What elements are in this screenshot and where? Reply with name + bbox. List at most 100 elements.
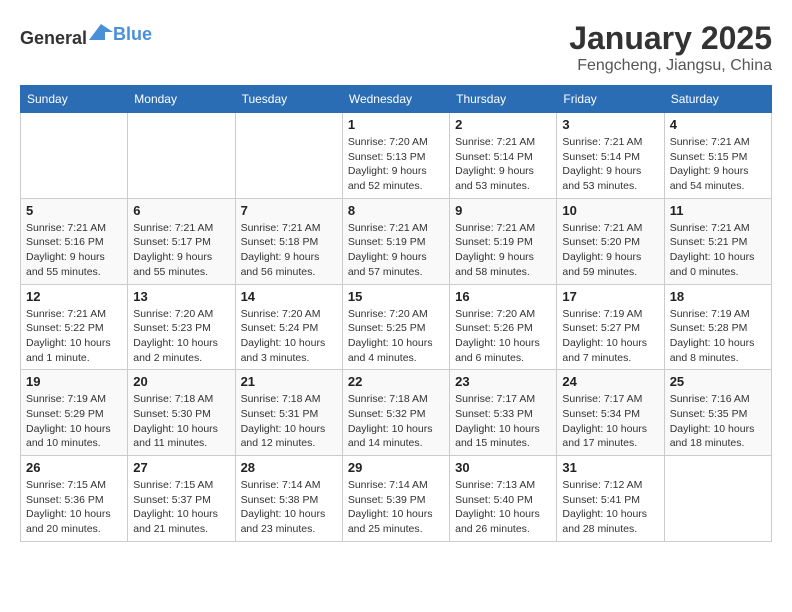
calendar-cell xyxy=(21,113,128,199)
cell-day-number: 27 xyxy=(133,460,229,475)
cell-info: Sunrise: 7:17 AM Sunset: 5:34 PM Dayligh… xyxy=(562,392,658,451)
calendar-cell: 25 Sunrise: 7:16 AM Sunset: 5:35 PM Dayli… xyxy=(664,370,771,456)
cell-info: Sunrise: 7:20 AM Sunset: 5:26 PM Dayligh… xyxy=(455,307,551,366)
cell-day-number: 6 xyxy=(133,203,229,218)
cell-info: Sunrise: 7:15 AM Sunset: 5:36 PM Dayligh… xyxy=(26,478,122,537)
calendar-cell: 14 Sunrise: 7:20 AM Sunset: 5:24 PM Dayli… xyxy=(235,284,342,370)
calendar-cell xyxy=(128,113,235,199)
cell-day-number: 24 xyxy=(562,374,658,389)
cell-info: Sunrise: 7:19 AM Sunset: 5:27 PM Dayligh… xyxy=(562,307,658,366)
cell-info: Sunrise: 7:18 AM Sunset: 5:31 PM Dayligh… xyxy=(241,392,337,451)
calendar-cell: 20 Sunrise: 7:18 AM Sunset: 5:30 PM Dayli… xyxy=(128,370,235,456)
page-header: General Blue January 2025 Fengcheng, Jia… xyxy=(20,20,772,75)
calendar-cell: 29 Sunrise: 7:14 AM Sunset: 5:39 PM Dayli… xyxy=(342,456,449,542)
cell-day-number: 21 xyxy=(241,374,337,389)
logo: General Blue xyxy=(20,20,152,49)
cell-info: Sunrise: 7:21 AM Sunset: 5:15 PM Dayligh… xyxy=(670,135,766,194)
cell-info: Sunrise: 7:19 AM Sunset: 5:29 PM Dayligh… xyxy=(26,392,122,451)
weekday-header-friday: Friday xyxy=(557,86,664,113)
weekday-header-thursday: Thursday xyxy=(450,86,557,113)
cell-info: Sunrise: 7:18 AM Sunset: 5:30 PM Dayligh… xyxy=(133,392,229,451)
cell-day-number: 5 xyxy=(26,203,122,218)
cell-info: Sunrise: 7:21 AM Sunset: 5:17 PM Dayligh… xyxy=(133,221,229,280)
cell-info: Sunrise: 7:21 AM Sunset: 5:14 PM Dayligh… xyxy=(562,135,658,194)
calendar-cell: 5 Sunrise: 7:21 AM Sunset: 5:16 PM Daylig… xyxy=(21,198,128,284)
logo-general: General xyxy=(20,28,87,48)
cell-info: Sunrise: 7:20 AM Sunset: 5:25 PM Dayligh… xyxy=(348,307,444,366)
cell-day-number: 9 xyxy=(455,203,551,218)
cell-day-number: 29 xyxy=(348,460,444,475)
weekday-header-tuesday: Tuesday xyxy=(235,86,342,113)
cell-day-number: 30 xyxy=(455,460,551,475)
cell-info: Sunrise: 7:12 AM Sunset: 5:41 PM Dayligh… xyxy=(562,478,658,537)
calendar-header: SundayMondayTuesdayWednesdayThursdayFrid… xyxy=(21,86,772,113)
calendar-cell: 17 Sunrise: 7:19 AM Sunset: 5:27 PM Dayli… xyxy=(557,284,664,370)
logo-blue: Blue xyxy=(113,24,152,44)
cell-day-number: 2 xyxy=(455,117,551,132)
calendar-cell: 4 Sunrise: 7:21 AM Sunset: 5:15 PM Daylig… xyxy=(664,113,771,199)
cell-info: Sunrise: 7:20 AM Sunset: 5:13 PM Dayligh… xyxy=(348,135,444,194)
calendar-cell: 2 Sunrise: 7:21 AM Sunset: 5:14 PM Daylig… xyxy=(450,113,557,199)
cell-day-number: 20 xyxy=(133,374,229,389)
cell-info: Sunrise: 7:13 AM Sunset: 5:40 PM Dayligh… xyxy=(455,478,551,537)
cell-info: Sunrise: 7:16 AM Sunset: 5:35 PM Dayligh… xyxy=(670,392,766,451)
cell-day-number: 11 xyxy=(670,203,766,218)
cell-info: Sunrise: 7:21 AM Sunset: 5:22 PM Dayligh… xyxy=(26,307,122,366)
calendar-cell xyxy=(664,456,771,542)
cell-info: Sunrise: 7:21 AM Sunset: 5:21 PM Dayligh… xyxy=(670,221,766,280)
calendar-cell: 16 Sunrise: 7:20 AM Sunset: 5:26 PM Dayli… xyxy=(450,284,557,370)
cell-info: Sunrise: 7:14 AM Sunset: 5:38 PM Dayligh… xyxy=(241,478,337,537)
cell-info: Sunrise: 7:18 AM Sunset: 5:32 PM Dayligh… xyxy=(348,392,444,451)
calendar-cell: 26 Sunrise: 7:15 AM Sunset: 5:36 PM Dayli… xyxy=(21,456,128,542)
calendar-cell: 8Sunrise: 7:21 AM Sunset: 5:19 PM Daylig… xyxy=(342,198,449,284)
logo-icon xyxy=(89,20,113,44)
location: Fengcheng, Jiangsu, China xyxy=(569,57,772,75)
cell-day-number: 15 xyxy=(348,289,444,304)
calendar-cell: 18Sunrise: 7:19 AM Sunset: 5:28 PM Dayli… xyxy=(664,284,771,370)
calendar-cell: 24 Sunrise: 7:17 AM Sunset: 5:34 PM Dayli… xyxy=(557,370,664,456)
calendar-cell: 13 Sunrise: 7:20 AM Sunset: 5:23 PM Dayli… xyxy=(128,284,235,370)
weekday-header-saturday: Saturday xyxy=(664,86,771,113)
cell-day-number: 26 xyxy=(26,460,122,475)
cell-day-number: 28 xyxy=(241,460,337,475)
cell-info: Sunrise: 7:21 AM Sunset: 5:16 PM Dayligh… xyxy=(26,221,122,280)
cell-day-number: 3 xyxy=(562,117,658,132)
weekday-header-monday: Monday xyxy=(128,86,235,113)
cell-day-number: 10 xyxy=(562,203,658,218)
calendar-cell: 22Sunrise: 7:18 AM Sunset: 5:32 PM Dayli… xyxy=(342,370,449,456)
cell-info: Sunrise: 7:21 AM Sunset: 5:20 PM Dayligh… xyxy=(562,221,658,280)
cell-day-number: 14 xyxy=(241,289,337,304)
cell-day-number: 23 xyxy=(455,374,551,389)
calendar-cell: 28 Sunrise: 7:14 AM Sunset: 5:38 PM Dayli… xyxy=(235,456,342,542)
calendar-cell: 7Sunrise: 7:21 AM Sunset: 5:18 PM Daylig… xyxy=(235,198,342,284)
cell-info: Sunrise: 7:20 AM Sunset: 5:23 PM Dayligh… xyxy=(133,307,229,366)
calendar-cell: 1Sunrise: 7:20 AM Sunset: 5:13 PM Daylig… xyxy=(342,113,449,199)
calendar-cell: 23 Sunrise: 7:17 AM Sunset: 5:33 PM Dayli… xyxy=(450,370,557,456)
cell-day-number: 17 xyxy=(562,289,658,304)
cell-info: Sunrise: 7:21 AM Sunset: 5:19 PM Dayligh… xyxy=(455,221,551,280)
calendar-cell: 30 Sunrise: 7:13 AM Sunset: 5:40 PM Dayli… xyxy=(450,456,557,542)
cell-day-number: 19 xyxy=(26,374,122,389)
month-title: January 2025 xyxy=(569,20,772,57)
cell-info: Sunrise: 7:21 AM Sunset: 5:14 PM Dayligh… xyxy=(455,135,551,194)
cell-day-number: 25 xyxy=(670,374,766,389)
cell-info: Sunrise: 7:14 AM Sunset: 5:39 PM Dayligh… xyxy=(348,478,444,537)
calendar-cell: 19 Sunrise: 7:19 AM Sunset: 5:29 PM Dayli… xyxy=(21,370,128,456)
cell-day-number: 12 xyxy=(26,289,122,304)
cell-day-number: 4 xyxy=(670,117,766,132)
calendar-cell: 12 Sunrise: 7:21 AM Sunset: 5:22 PM Dayli… xyxy=(21,284,128,370)
title-block: January 2025 Fengcheng, Jiangsu, China xyxy=(569,20,772,75)
cell-info: Sunrise: 7:19 AM Sunset: 5:28 PM Dayligh… xyxy=(670,307,766,366)
cell-info: Sunrise: 7:21 AM Sunset: 5:19 PM Dayligh… xyxy=(348,221,444,280)
cell-info: Sunrise: 7:20 AM Sunset: 5:24 PM Dayligh… xyxy=(241,307,337,366)
cell-info: Sunrise: 7:15 AM Sunset: 5:37 PM Dayligh… xyxy=(133,478,229,537)
cell-day-number: 16 xyxy=(455,289,551,304)
cell-info: Sunrise: 7:17 AM Sunset: 5:33 PM Dayligh… xyxy=(455,392,551,451)
cell-info: Sunrise: 7:21 AM Sunset: 5:18 PM Dayligh… xyxy=(241,221,337,280)
calendar-cell: 10 Sunrise: 7:21 AM Sunset: 5:20 PM Dayli… xyxy=(557,198,664,284)
cell-day-number: 13 xyxy=(133,289,229,304)
calendar-cell: 11 Sunrise: 7:21 AM Sunset: 5:21 PM Dayli… xyxy=(664,198,771,284)
weekday-header-sunday: Sunday xyxy=(21,86,128,113)
calendar-cell: 3 Sunrise: 7:21 AM Sunset: 5:14 PM Daylig… xyxy=(557,113,664,199)
calendar-cell: 31Sunrise: 7:12 AM Sunset: 5:41 PM Dayli… xyxy=(557,456,664,542)
